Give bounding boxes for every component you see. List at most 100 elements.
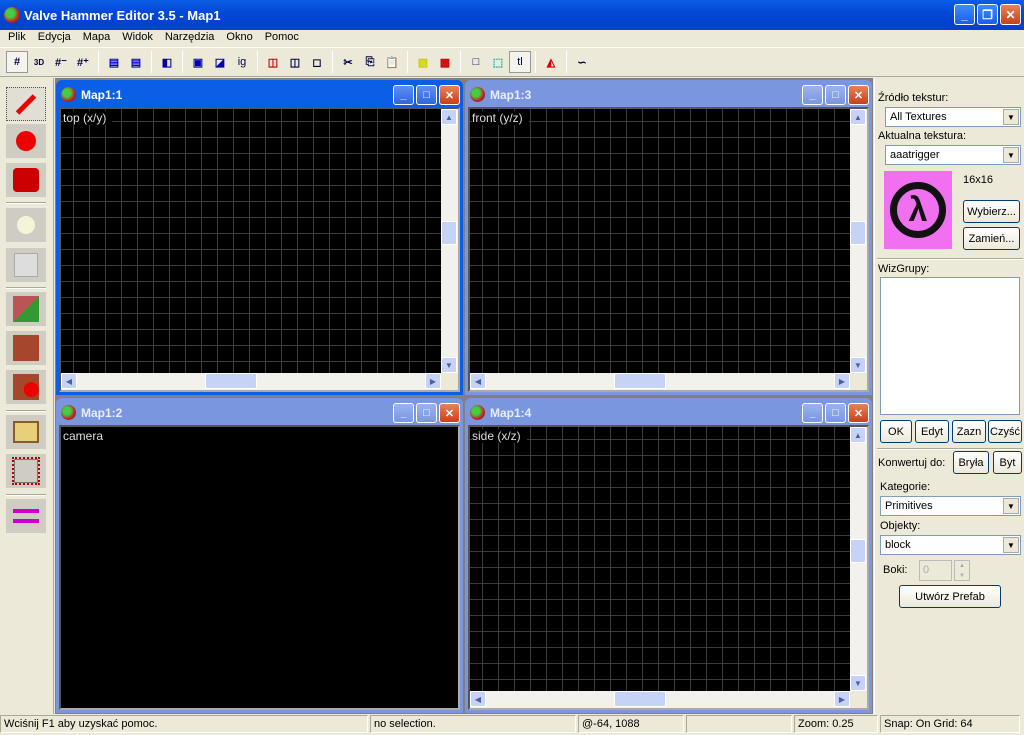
- minimize-button[interactable]: _: [802, 85, 823, 105]
- scroll-right-icon[interactable]: ▶: [834, 691, 850, 707]
- flip-icon[interactable]: ◭: [540, 51, 562, 73]
- scroll-left-icon[interactable]: ◀: [470, 691, 486, 707]
- scroll-down-icon[interactable]: ▼: [850, 675, 866, 691]
- horizontal-scrollbar[interactable]: ◀ ▶: [61, 373, 441, 390]
- vertical-scrollbar[interactable]: ▲ ▼: [850, 427, 867, 691]
- toggle-entities-icon[interactable]: ▨: [412, 51, 434, 73]
- viewport-titlebar[interactable]: Map1:1 _ □ ✕: [59, 83, 460, 107]
- close-button[interactable]: ✕: [439, 85, 460, 105]
- toggle-text-icon[interactable]: tl: [509, 51, 531, 73]
- visgroup-purge-button[interactable]: Czyść: [988, 420, 1022, 443]
- minimize-button[interactable]: _: [393, 85, 414, 105]
- menu-plik[interactable]: Plik: [2, 30, 32, 46]
- scroll-down-icon[interactable]: ▼: [441, 357, 457, 373]
- viewport-label[interactable]: top (x/y): [63, 111, 113, 125]
- vertical-scrollbar[interactable]: ▲ ▼: [441, 109, 458, 373]
- viewport-window[interactable]: Map1:1 _ □ ✕ ▲ ▼ ◀ ▶ top (x/y): [56, 80, 463, 395]
- size-grip[interactable]: [850, 691, 867, 708]
- viewport-window[interactable]: Map1:4 _ □ ✕ ▲ ▼ ◀ ▶ side (x/z): [465, 398, 872, 713]
- viewport-titlebar[interactable]: Map1:4 _ □ ✕: [468, 401, 869, 425]
- scroll-up-icon[interactable]: ▲: [850, 109, 866, 125]
- clipping-tool-icon[interactable]: [6, 415, 46, 449]
- replace-button[interactable]: Zamień...: [963, 227, 1020, 250]
- visgroup-ok-button[interactable]: OK: [880, 420, 912, 443]
- to-brush-button[interactable]: Bryła: [953, 451, 989, 474]
- scroll-right-icon[interactable]: ▶: [425, 373, 441, 389]
- menu-narzedzia[interactable]: Narzędzia: [159, 30, 221, 46]
- minimize-button[interactable]: _: [954, 4, 975, 25]
- faces-input[interactable]: 0: [919, 560, 952, 581]
- grid-toggle-icon[interactable]: #: [6, 51, 28, 73]
- viewport-window[interactable]: Map1:2 _ □ ✕ camera: [56, 398, 463, 713]
- group-icon[interactable]: ▣: [187, 51, 209, 73]
- faces-spinner[interactable]: ▲ ▼: [954, 560, 970, 581]
- hide-unselected-icon[interactable]: ◻: [306, 51, 328, 73]
- apply-texture-tool-icon[interactable]: [6, 331, 46, 365]
- selection-tool-icon[interactable]: [6, 87, 46, 121]
- paste-icon[interactable]: 📋: [381, 51, 403, 73]
- close-button[interactable]: ✕: [1000, 4, 1021, 25]
- texture-preview[interactable]: λ: [884, 171, 952, 249]
- magnify-tool-icon[interactable]: [6, 124, 46, 158]
- hide-selected-icon[interactable]: ◫: [262, 51, 284, 73]
- menu-pomoc[interactable]: Pomoc: [259, 30, 305, 46]
- maximize-button[interactable]: □: [416, 85, 437, 105]
- vertical-scrollbar[interactable]: ▲ ▼: [850, 109, 867, 373]
- current-texture-select[interactable]: aaatrigger ▼: [885, 145, 1021, 165]
- menu-mapa[interactable]: Mapa: [77, 30, 117, 46]
- scroll-right-icon[interactable]: ▶: [834, 373, 850, 389]
- visgroups-list[interactable]: [880, 277, 1020, 415]
- scroll-up-icon[interactable]: ▲: [441, 109, 457, 125]
- cut-icon[interactable]: ✂: [337, 51, 359, 73]
- select-box-icon[interactable]: □: [465, 51, 487, 73]
- viewport-window[interactable]: Map1:3 _ □ ✕ ▲ ▼ ◀ ▶ front (y/z): [465, 80, 872, 395]
- minimize-button[interactable]: _: [393, 403, 414, 423]
- restore-button[interactable]: ❐: [977, 4, 998, 25]
- select-by-handles-icon[interactable]: ⬚: [487, 51, 509, 73]
- path-tool-icon[interactable]: [6, 499, 46, 533]
- menu-edycja[interactable]: Edycja: [32, 30, 77, 46]
- objects-select[interactable]: block ▼: [880, 535, 1021, 555]
- viewport-label[interactable]: front (y/z): [472, 111, 529, 125]
- scroll-up-icon[interactable]: ▲: [850, 427, 866, 443]
- minimize-button[interactable]: _: [802, 403, 823, 423]
- scroll-thumb[interactable]: [205, 373, 257, 389]
- maximize-button[interactable]: □: [825, 403, 846, 423]
- camera-tool-icon[interactable]: [6, 163, 46, 197]
- grid-smaller-icon[interactable]: #⁻: [50, 51, 72, 73]
- menu-widok[interactable]: Widok: [116, 30, 159, 46]
- scroll-left-icon[interactable]: ◀: [470, 373, 486, 389]
- ungroup-icon[interactable]: ◪: [209, 51, 231, 73]
- chevron-down-icon[interactable]: ▼: [1003, 147, 1019, 163]
- maximize-button[interactable]: □: [825, 85, 846, 105]
- viewport-canvas[interactable]: camera: [59, 425, 460, 710]
- chevron-down-icon[interactable]: ▼: [1003, 498, 1019, 514]
- scroll-thumb[interactable]: [614, 373, 666, 389]
- scroll-thumb[interactable]: [850, 539, 866, 563]
- close-button[interactable]: ✕: [848, 85, 869, 105]
- texture-application-tool-icon[interactable]: [6, 292, 46, 326]
- size-grip[interactable]: [850, 373, 867, 390]
- maximize-button[interactable]: □: [416, 403, 437, 423]
- viewport-canvas[interactable]: ▲ ▼ ◀ ▶ front (y/z): [468, 107, 869, 392]
- scroll-down-icon[interactable]: ▼: [850, 357, 866, 373]
- viewport-titlebar[interactable]: Map1:3 _ □ ✕: [468, 83, 869, 107]
- apply-decal-tool-icon[interactable]: [6, 370, 46, 404]
- scroll-thumb[interactable]: [441, 221, 457, 245]
- browse-button[interactable]: Wybierz...: [963, 200, 1020, 223]
- viewport-label[interactable]: side (x/z): [472, 429, 527, 443]
- copy-icon[interactable]: ⎘: [359, 51, 381, 73]
- visgroup-mark-button[interactable]: Zazn: [952, 420, 986, 443]
- viewport-titlebar[interactable]: Map1:2 _ □ ✕: [59, 401, 460, 425]
- viewport-canvas[interactable]: ▲ ▼ ◀ ▶ side (x/z): [468, 425, 869, 710]
- visgroup-edit-button[interactable]: Edyt: [915, 420, 949, 443]
- grid-larger-icon[interactable]: #⁺: [72, 51, 94, 73]
- compile-icon[interactable]: ∽: [571, 51, 593, 73]
- scroll-left-icon[interactable]: ◀: [61, 373, 77, 389]
- block-tool-icon[interactable]: [6, 248, 46, 282]
- viewport-canvas[interactable]: ▲ ▼ ◀ ▶ top (x/y): [59, 107, 460, 392]
- scroll-thumb[interactable]: [614, 691, 666, 707]
- save-window-state-icon[interactable]: ▤: [125, 51, 147, 73]
- show-all-icon[interactable]: ◫: [284, 51, 306, 73]
- scroll-thumb[interactable]: [850, 221, 866, 245]
